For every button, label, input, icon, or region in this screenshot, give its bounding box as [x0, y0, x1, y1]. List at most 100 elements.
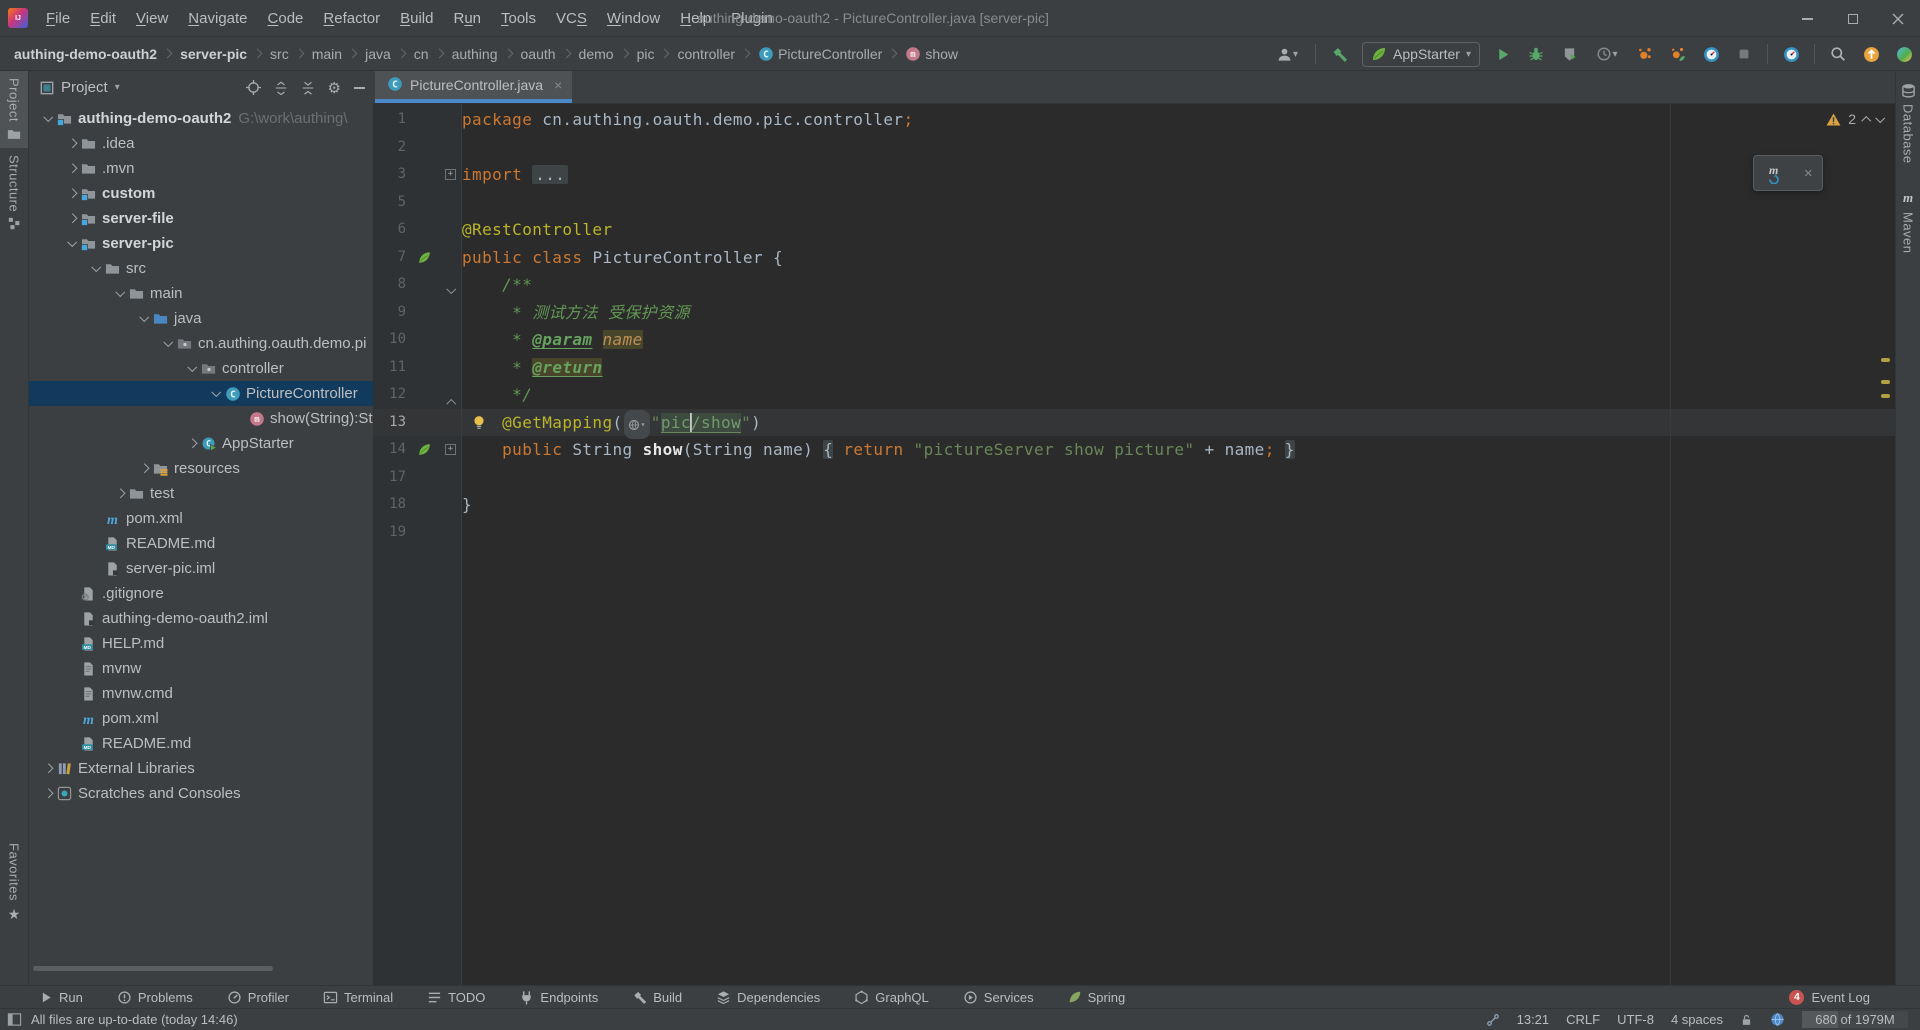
collapse-arrow-icon[interactable] [183, 365, 201, 372]
toolwindow-profiler[interactable]: Profiler [227, 990, 289, 1005]
code-line[interactable]: 5 [373, 189, 1895, 217]
tree-item[interactable]: MDREADME.md [29, 731, 373, 756]
code-line[interactable]: 11 * @return [373, 354, 1895, 382]
expand-arrow-icon[interactable] [63, 140, 81, 147]
expand-arrow-icon[interactable] [39, 765, 57, 772]
tree-item[interactable]: CPictureController [29, 381, 373, 406]
stripe-database[interactable]: Database [1901, 83, 1916, 164]
code-line[interactable]: 2 [373, 134, 1895, 162]
collaborate-button[interactable]: ▾ [1272, 43, 1302, 65]
tree-item[interactable]: server-pic.iml [29, 556, 373, 581]
breadcrumb-item[interactable]: main [312, 46, 342, 62]
tree-item[interactable]: mpom.xml [29, 706, 373, 731]
stop-button[interactable] [1734, 43, 1754, 65]
tree-item[interactable]: controller [29, 356, 373, 381]
hide-panel-button[interactable] [354, 87, 365, 89]
menu-edit[interactable]: Edit [80, 0, 126, 37]
breadcrumb-item[interactable]: java [365, 46, 391, 62]
tree-item[interactable]: cn.authing.oauth.demo.pi [29, 331, 373, 356]
status-message[interactable]: All files are up-to-date (today 14:46) [31, 1012, 238, 1027]
breadcrumb-item[interactable]: authing-demo-oauth2 [14, 46, 157, 62]
breadcrumb-item[interactable]: controller [677, 46, 735, 62]
close-button[interactable] [1875, 0, 1920, 37]
toolwindow-toggle-icon[interactable] [7, 1012, 22, 1027]
code-line[interactable]: 12 */ [373, 381, 1895, 409]
async-profiler-spring-button[interactable] [1668, 43, 1688, 65]
tree-item[interactable]: CAppStarter [29, 431, 373, 456]
collapse-arrow-icon[interactable] [207, 390, 225, 397]
collapse-all-button[interactable] [301, 81, 315, 95]
cursor-position[interactable]: 13:21 [1517, 1012, 1550, 1027]
code-line[interactable]: 18} [373, 491, 1895, 519]
expand-arrow-icon[interactable] [63, 190, 81, 197]
build-project-button[interactable] [1329, 43, 1349, 65]
maven-reload-icon[interactable]: m [1763, 162, 1785, 184]
expand-arrow-icon[interactable] [63, 215, 81, 222]
menu-vcs[interactable]: VCS [546, 0, 597, 37]
code-line[interactable]: 6@RestController [373, 216, 1895, 244]
line-ending[interactable]: CRLF [1566, 1012, 1600, 1027]
chevron-down-icon[interactable]: ▾ [115, 82, 120, 93]
warning-stripe-mark[interactable] [1881, 394, 1890, 398]
code-line[interactable]: 13 @GetMapping(▾"pic/show") [373, 409, 1895, 437]
menu-help[interactable]: Help [670, 0, 721, 37]
tree-item[interactable]: custom [29, 181, 373, 206]
tree-item[interactable]: .mvn [29, 156, 373, 181]
toolwindow-spring[interactable]: Spring [1068, 990, 1126, 1005]
stripe-project[interactable]: Project [0, 71, 28, 148]
minimize-button[interactable] [1785, 0, 1830, 37]
code-with-me-button[interactable] [1894, 43, 1914, 65]
tree-item[interactable]: mvnw.cmd [29, 681, 373, 706]
menu-view[interactable]: View [126, 0, 178, 37]
memory-indicator[interactable]: 680 of 1979M [1802, 1011, 1908, 1028]
search-everywhere-button[interactable] [1828, 43, 1848, 65]
collapse-arrow-icon[interactable] [159, 340, 177, 347]
stripe-favorites[interactable]: Favorites★ [0, 836, 28, 930]
project-view-title[interactable]: Project [61, 79, 108, 96]
fold-expand-icon[interactable]: + [445, 444, 456, 455]
menu-plugin[interactable]: Plugin [721, 0, 783, 37]
fold-expand-icon[interactable]: + [445, 169, 456, 180]
collapse-arrow-icon[interactable] [39, 115, 57, 122]
breadcrumb-item[interactable]: mshow [905, 46, 958, 62]
tree-item[interactable]: MDHELP.md [29, 631, 373, 656]
collapse-arrow-icon[interactable] [63, 240, 81, 247]
toolwindow-todo[interactable]: TODO [427, 990, 485, 1005]
menu-tools[interactable]: Tools [491, 0, 546, 37]
url-inlay-hint[interactable]: ▾ [624, 410, 650, 440]
menu-build[interactable]: Build [390, 0, 443, 37]
run-button[interactable] [1493, 43, 1513, 65]
lock-icon[interactable] [1740, 1013, 1753, 1027]
breadcrumb-item[interactable]: CPictureController [758, 46, 882, 62]
breadcrumb-item[interactable]: cn [414, 46, 429, 62]
menu-navigate[interactable]: Navigate [178, 0, 257, 37]
toolwindow-terminal[interactable]: Terminal [323, 990, 393, 1005]
run-configuration-select[interactable]: AppStarter▾ [1362, 42, 1480, 67]
breadcrumb-item[interactable]: demo [579, 46, 614, 62]
code-line[interactable]: 14+ public String show(String name) { re… [373, 436, 1895, 464]
fold-start-icon[interactable] [448, 280, 455, 298]
toolwindow-build[interactable]: Build [632, 990, 682, 1005]
code-line[interactable]: 1package cn.authing.oauth.demo.pic.contr… [373, 106, 1895, 134]
menu-refactor[interactable]: Refactor [313, 0, 390, 37]
debug-button[interactable] [1526, 43, 1546, 65]
tree-item[interactable]: src [29, 256, 373, 281]
tree-item[interactable]: server-pic [29, 231, 373, 256]
warning-stripe-mark[interactable] [1881, 358, 1890, 362]
tree-item[interactable]: test [29, 481, 373, 506]
profile-button[interactable]: ▾ [1592, 43, 1622, 65]
code-line[interactable]: 3+import ... [373, 161, 1895, 189]
tree-item[interactable]: authing-demo-oauth2G:\work\authing\ [29, 106, 373, 131]
toolwindow-services[interactable]: Services [963, 990, 1034, 1005]
expand-all-button[interactable] [274, 81, 288, 95]
vcs-widget-icon[interactable] [1486, 1013, 1500, 1027]
breadcrumb-item[interactable]: src [270, 46, 289, 62]
code-line[interactable]: 8 /** [373, 271, 1895, 299]
event-log-button[interactable]: 4 Event Log [1789, 990, 1870, 1005]
run-with-coverage-button[interactable] [1559, 43, 1579, 65]
breadcrumb-item[interactable]: oauth [521, 46, 556, 62]
stripe-maven[interactable]: mMaven [1901, 190, 1916, 254]
warning-stripe-mark[interactable] [1881, 380, 1890, 384]
maximize-button[interactable] [1830, 0, 1875, 37]
tree-item[interactable]: mshow(String):Stri [29, 406, 373, 431]
